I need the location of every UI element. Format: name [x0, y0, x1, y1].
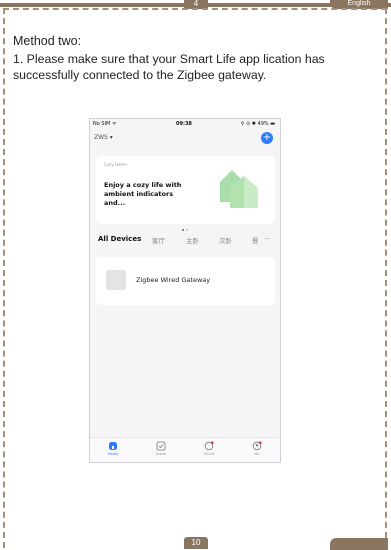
- page-number-bottom: 10: [184, 537, 208, 549]
- home-selector[interactable]: ZWS ▾: [94, 134, 113, 141]
- tab-dining[interactable]: 餐: [252, 235, 259, 245]
- nav-smart-label: Smart: [203, 452, 215, 456]
- device-list-item[interactable]: Zigbee Wired Gateway: [96, 257, 275, 305]
- instruction-text: 1. Please make sure that your Smart Life…: [13, 52, 325, 82]
- chevron-down-icon: ▾: [109, 134, 113, 141]
- nav-me-label: Me: [254, 452, 260, 456]
- nav-me[interactable]: Me: [242, 441, 272, 456]
- status-bar: No SIM ᯤ 09:38 ⚲ ⊙ ✱ 49% ▬: [90, 119, 280, 129]
- tab-master-bedroom[interactable]: 主卧: [186, 235, 199, 245]
- bottom-nav: Home Scene Smart Me: [90, 437, 280, 462]
- banner-small-label: Cozy Home: [104, 162, 127, 167]
- method-heading: Method two:: [13, 34, 82, 48]
- me-icon: [252, 441, 262, 451]
- clock-label: 09:38: [176, 121, 192, 127]
- house-illustration-icon: [220, 170, 258, 208]
- scene-banner-card[interactable]: Cozy Home Enjoy a cozy life with ambient…: [96, 156, 275, 231]
- nav-scene-label: Scene: [155, 452, 167, 456]
- tab-all-devices[interactable]: All Devices: [98, 235, 141, 243]
- phone-screenshot: No SIM ᯤ 09:38 ⚲ ⊙ ✱ 49% ▬ ZWS ▾ + Cozy …: [89, 118, 281, 463]
- nav-scene[interactable]: Scene: [146, 441, 176, 456]
- room-tabs: All Devices 客厅 主卧 次卧 餐 ···: [96, 235, 280, 247]
- banner-message: Enjoy a cozy life with ambient indicator…: [104, 181, 182, 207]
- tab-second-bedroom[interactable]: 次卧: [219, 235, 232, 245]
- nav-home-label: Home: [107, 452, 119, 456]
- add-device-button[interactable]: +: [261, 132, 273, 144]
- carousel-dots: [182, 216, 196, 231]
- more-icon[interactable]: ···: [264, 235, 270, 243]
- carrier-label: No SIM ᯤ: [93, 121, 117, 127]
- home-icon: [109, 442, 117, 450]
- scene-icon: [156, 441, 166, 451]
- nav-home[interactable]: Home: [98, 441, 128, 456]
- device-name: Zigbee Wired Gateway: [136, 276, 211, 284]
- battery-label: ⚲ ⊙ ✱ 49% ▬: [240, 121, 275, 127]
- nav-smart[interactable]: Smart: [194, 441, 224, 456]
- smart-icon: [204, 441, 214, 451]
- tab-living-room[interactable]: 客厅: [152, 235, 165, 245]
- bottom-tab: [330, 538, 388, 550]
- gateway-thumbnail: [106, 270, 126, 290]
